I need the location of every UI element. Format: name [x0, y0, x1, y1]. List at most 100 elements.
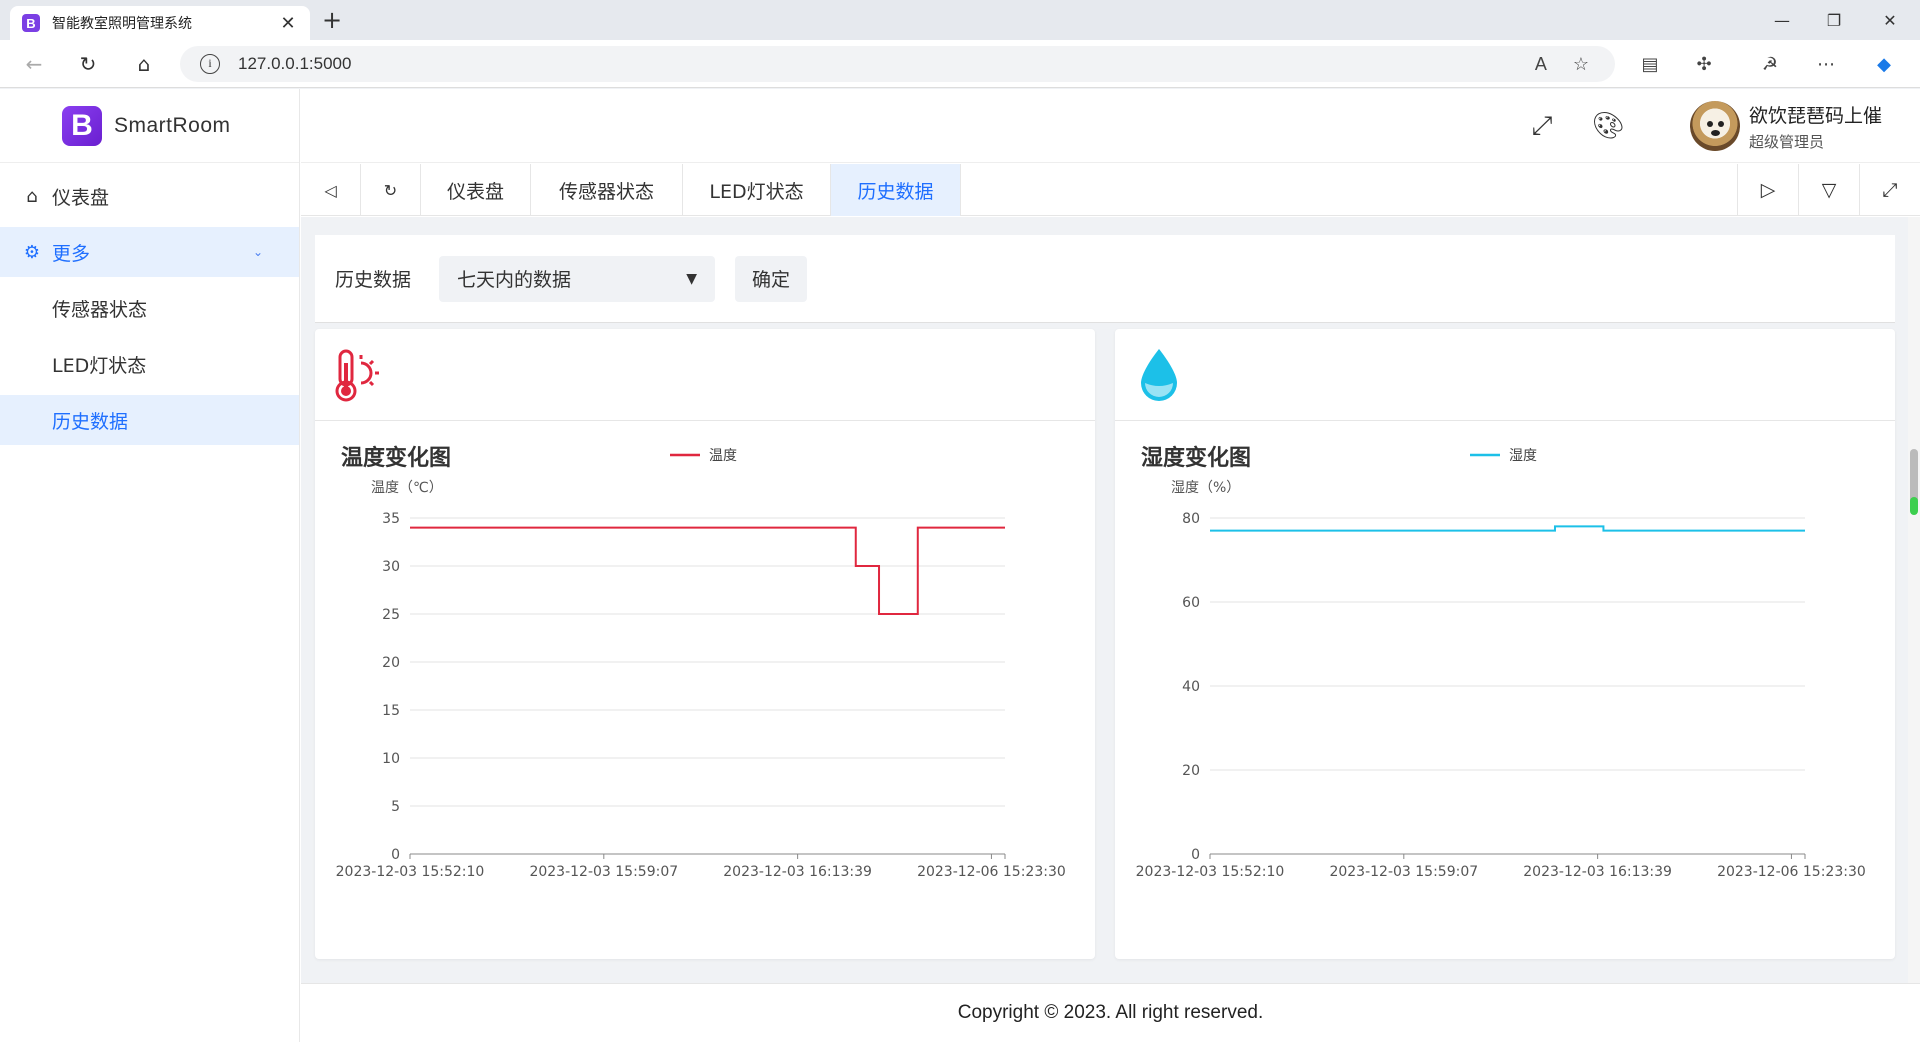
sidebar-item-label: 仪表盘: [52, 186, 110, 209]
y-tick-label: 40: [1182, 679, 1200, 695]
y-tick-label: 5: [391, 799, 400, 815]
page-scrollbar[interactable]: [1908, 217, 1920, 983]
temperature-series-line: [410, 526, 1005, 615]
y-tick-label: 30: [382, 559, 400, 575]
y-axis-label: 温度（℃）: [371, 480, 443, 496]
url-text: 127.0.0.1:5000: [238, 54, 352, 73]
back-icon[interactable]: ←: [18, 48, 50, 80]
tab-led-status[interactable]: LED灯状态: [683, 164, 831, 216]
y-tick-label: 10: [382, 751, 400, 767]
tab-history[interactable]: 历史数据: [831, 164, 961, 216]
tab-dashboard[interactable]: 仪表盘: [421, 164, 531, 216]
tabs-scroll-right-icon[interactable]: ▷: [1737, 164, 1798, 216]
range-select[interactable]: 七天内的数据 ▼: [439, 255, 716, 302]
page-tabs: ◁ ↻ 仪表盘 传感器状态 LED灯状态 历史数据 ▷ ▽ ⤢: [301, 164, 1920, 216]
avatar[interactable]: [1690, 101, 1740, 151]
tabs-scroll-left-icon[interactable]: ◁: [301, 164, 361, 216]
tab-sensor-status[interactable]: 传感器状态: [531, 164, 683, 216]
site-info-icon[interactable]: i: [200, 54, 220, 74]
water-drop-icon: [1141, 349, 1177, 401]
tabs-refresh-icon[interactable]: ↻: [361, 164, 421, 216]
reload-icon[interactable]: ↻: [72, 48, 104, 80]
restore-icon[interactable]: ❐: [1806, 0, 1862, 40]
sidebar-group-more[interactable]: ⚙ 更多 ⌄: [0, 227, 299, 277]
history-filter: 历史数据 七天内的数据 ▼ 确定: [315, 235, 1895, 323]
tabs-fullscreen-icon[interactable]: ⤢: [1859, 164, 1920, 216]
sidebar-item-led-status[interactable]: LED灯状态: [0, 339, 299, 389]
extension-icon[interactable]: ☭: [1756, 50, 1784, 78]
browser-tab-title: 智能教室照明管理系统: [52, 16, 192, 32]
reading-view-icon[interactable]: ▤: [1636, 50, 1664, 78]
palette-icon[interactable]: 🎨︎: [1589, 107, 1627, 145]
y-tick-label: 15: [382, 703, 400, 719]
sidebar: B SmartRoom ⌂ 仪表盘 ⚙ 更多 ⌄ 传感器状态 LED灯状态 历史…: [0, 89, 300, 1042]
sidebar-submenu: 传感器状态 LED灯状态 历史数据: [0, 283, 299, 445]
address-bar[interactable]: i 127.0.0.1:5000 A ☆: [180, 46, 1615, 82]
y-tick-label: 35: [382, 511, 400, 527]
copilot-icon[interactable]: ◆: [1870, 50, 1898, 78]
x-tick-label: 2023-12-03 15:59:07: [1329, 864, 1478, 880]
x-tick-label: 2023-12-03 16:13:39: [1523, 864, 1672, 880]
user-role: 超级管理员: [1749, 133, 1825, 151]
window-close-icon[interactable]: ✕: [1862, 0, 1918, 40]
footer: Copyright © 2023. All right reserved.: [301, 983, 1920, 1042]
browser-toolbar: ← ↻ ⌂ i 127.0.0.1:5000 A ☆ ▤ ✣ ☭ ⋯ ◆: [0, 40, 1920, 88]
main-content: 历史数据 七天内的数据 ▼ 确定 温度变化图 温度 温度（℃） 0 5 10 1…: [301, 217, 1920, 983]
sidebar-item-dashboard[interactable]: ⌂ 仪表盘: [0, 171, 299, 221]
new-tab-button[interactable]: +: [318, 6, 346, 34]
y-tick-label: 0: [1191, 847, 1200, 863]
tabs-right-controls: ▷ ▽ ⤢: [1737, 164, 1920, 216]
home-icon: ⌂: [26, 185, 38, 207]
gear-icon: ⚙: [23, 241, 41, 263]
caret-down-icon: ▼: [686, 270, 698, 287]
x-tick-label: 2023-12-06 15:23:30: [917, 864, 1066, 880]
fullscreen-icon[interactable]: ⤢: [1523, 107, 1561, 145]
app-header: ⤢ 🎨︎ 欲饮琵琶码上催 超级管理员: [301, 89, 1920, 163]
y-axis-label: 湿度（%）: [1171, 480, 1240, 496]
close-tab-icon[interactable]: ✕: [278, 13, 298, 34]
legend-label: 温度: [709, 448, 737, 464]
read-aloud-icon[interactable]: A: [1535, 54, 1547, 75]
extensions-icon[interactable]: ✣: [1690, 50, 1718, 78]
y-tick-label: 60: [1182, 595, 1200, 611]
x-tick-label: 2023-12-03 16:13:39: [723, 864, 872, 880]
browser-tab[interactable]: B 智能教室照明管理系统 ✕: [10, 6, 310, 40]
sidebar-item-label: 历史数据: [52, 410, 129, 433]
y-tick-label: 20: [1182, 763, 1200, 779]
home-browser-icon[interactable]: ⌂: [128, 48, 160, 80]
logo-name: SmartRoom: [114, 113, 231, 137]
humidity-card-header: [1115, 329, 1895, 421]
humidity-series-line: [1210, 525, 1805, 532]
thermometer-sun-icon: [335, 349, 379, 402]
sidebar-item-history[interactable]: 历史数据: [0, 395, 299, 445]
filter-label: 历史数据: [335, 269, 412, 291]
y-tick-label: 80: [1182, 511, 1200, 527]
x-tick-label: 2023-12-03 15:52:10: [1136, 864, 1285, 880]
more-menu-icon[interactable]: ⋯: [1812, 50, 1840, 78]
x-tick-label: 2023-12-03 15:52:10: [336, 864, 485, 880]
chart-title: 温度变化图: [341, 445, 451, 471]
legend-label: 湿度: [1509, 448, 1537, 464]
sidebar-item-sensor-status[interactable]: 传感器状态: [0, 283, 299, 333]
sidebar-item-label: 更多: [52, 242, 91, 265]
browser-tabbar: B 智能教室照明管理系统 ✕ + — ❐ ✕: [0, 0, 1920, 40]
minimize-icon[interactable]: —: [1754, 0, 1810, 40]
chevron-down-icon: ⌄: [252, 245, 263, 259]
confirm-button[interactable]: 确定: [735, 255, 808, 302]
y-tick-label: 25: [382, 607, 400, 623]
temperature-card-header: [315, 329, 1095, 421]
y-tick-label: 20: [382, 655, 400, 671]
user-name[interactable]: 欲饮琵琶码上催: [1749, 101, 1882, 128]
tabs-dropdown-icon[interactable]: ▽: [1798, 164, 1859, 216]
humidity-chart: 湿度变化图 湿度 湿度（%） 0 20 40 60 80 2023-12-03 15:5…: [1136, 445, 1866, 880]
favorite-star-icon[interactable]: ☆: [1573, 54, 1589, 75]
temperature-card: 温度变化图 温度 温度（℃） 0 5 10 15 20 25 30 35 2023-12-03…: [315, 329, 1095, 959]
y-tick-label: 0: [391, 847, 400, 863]
sidebar-item-label: LED灯状态: [52, 354, 147, 377]
favicon-icon: B: [22, 14, 40, 32]
scrollbar-indicator: [1910, 497, 1918, 515]
temperature-chart: 温度变化图 温度 温度（℃） 0 5 10 15 20 25 30 35 2023-12-03…: [336, 445, 1066, 880]
humidity-card: 湿度变化图 湿度 湿度（%） 0 20 40 60 80 2023-12-03 15:5…: [1115, 329, 1895, 959]
app-logo[interactable]: B SmartRoom: [0, 89, 299, 163]
sidebar-item-label: 传感器状态: [52, 298, 148, 321]
